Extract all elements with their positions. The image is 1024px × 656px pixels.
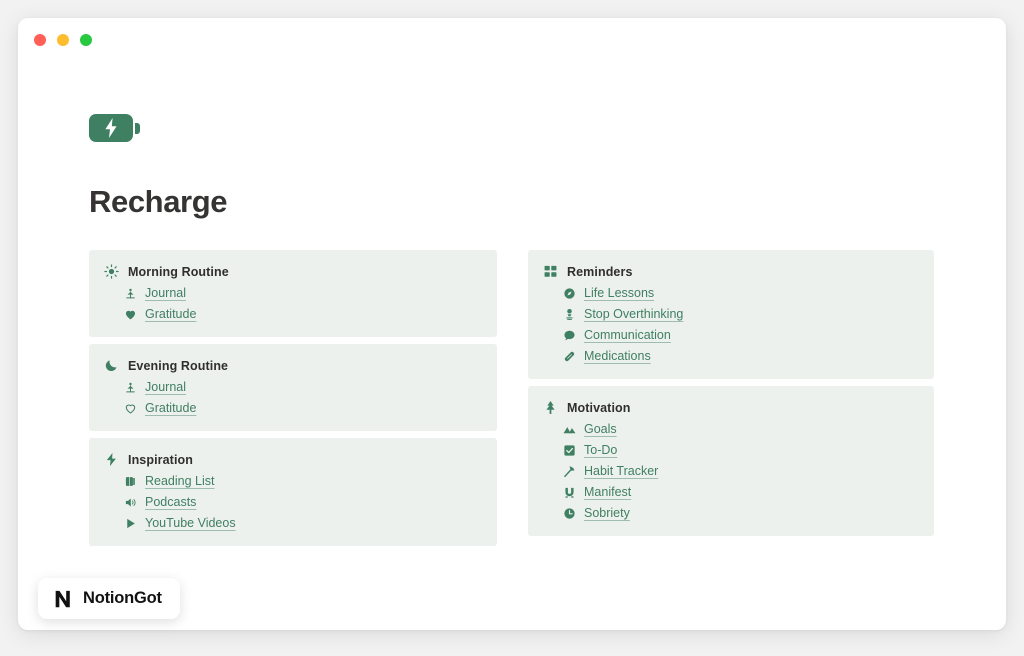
card-title: Inspiration (128, 452, 193, 467)
battery-body (89, 114, 133, 142)
link-manifest[interactable]: Manifest (562, 485, 934, 499)
minimize-button[interactable] (57, 34, 69, 46)
link-label: Gratitude (145, 401, 197, 415)
lightning-bolt-icon (104, 452, 119, 467)
right-column: Reminders Life Lessons Stop Overthinking… (528, 250, 934, 546)
seedling-icon (123, 380, 137, 394)
link-gratitude[interactable]: Gratitude (123, 401, 497, 415)
card-evening-routine: Evening Routine Journal Gratitude (89, 344, 497, 431)
link-reading-list[interactable]: Reading List (123, 474, 497, 488)
battery-cap (135, 122, 140, 134)
heart-filled-icon (123, 307, 137, 321)
link-habit-tracker[interactable]: Habit Tracker (562, 464, 934, 478)
notion-n-icon (51, 587, 74, 610)
play-icon (123, 516, 137, 530)
book-icon (123, 474, 137, 488)
card-motivation: Motivation Goals To-Do Habit Tracker Man… (528, 386, 934, 536)
link-communication[interactable]: Communication (562, 328, 934, 342)
axe-icon (562, 464, 576, 478)
link-life-lessons[interactable]: Life Lessons (562, 286, 934, 300)
grid-icon (543, 264, 558, 279)
card-header: Inspiration (104, 452, 497, 467)
card-morning-routine: Morning Routine Journal Gratitude (89, 250, 497, 337)
link-label: Podcasts (145, 495, 197, 509)
link-journal[interactable]: Journal (123, 286, 497, 300)
maximize-button[interactable] (80, 34, 92, 46)
mind-icon (562, 307, 576, 321)
compass-icon (562, 286, 576, 300)
checkbox-checked-icon (562, 443, 576, 457)
link-label: Journal (145, 286, 186, 300)
card-header: Morning Routine (104, 264, 497, 279)
link-label: Manifest (584, 485, 632, 499)
clock-icon (562, 506, 576, 520)
speaker-icon (123, 495, 137, 509)
link-gratitude[interactable]: Gratitude (123, 307, 497, 321)
close-button[interactable] (34, 34, 46, 46)
chat-bubble-icon (562, 328, 576, 342)
link-label: Sobriety (584, 506, 630, 520)
link-label: Communication (584, 328, 671, 342)
moon-icon (104, 358, 119, 373)
left-column: Morning Routine Journal Gratitude Evenin… (89, 250, 497, 546)
card-inspiration: Inspiration Reading List Podcasts YouTub… (89, 438, 497, 546)
page-content: Recharge Morning Routine Journal Gratitu… (18, 64, 1006, 546)
link-label: YouTube Videos (145, 516, 236, 530)
window-titlebar (18, 18, 1006, 64)
card-links: Journal Gratitude (104, 380, 497, 415)
link-label: Stop Overthinking (584, 307, 684, 321)
page-title: Recharge (89, 184, 228, 219)
card-links: Life Lessons Stop Overthinking Communica… (543, 286, 934, 363)
sun-icon (104, 264, 119, 279)
link-medications[interactable]: Medications (562, 349, 934, 363)
link-youtube-videos[interactable]: YouTube Videos (123, 516, 497, 530)
card-header: Evening Routine (104, 358, 497, 373)
battery-charging-icon (89, 114, 1006, 142)
card-title: Reminders (567, 264, 633, 279)
card-title: Morning Routine (128, 264, 229, 279)
link-label: Habit Tracker (584, 464, 659, 478)
pill-icon (562, 349, 576, 363)
link-journal[interactable]: Journal (123, 380, 497, 394)
traffic-lights (34, 34, 92, 46)
link-goals[interactable]: Goals (562, 422, 934, 436)
magnet-icon (562, 485, 576, 499)
link-podcasts[interactable]: Podcasts (123, 495, 497, 509)
card-links: Goals To-Do Habit Tracker Manifest Sobri… (543, 422, 934, 520)
card-links: Reading List Podcasts YouTube Videos (104, 474, 497, 530)
heart-outline-icon (123, 401, 137, 415)
link-stop-overthinking[interactable]: Stop Overthinking (562, 307, 934, 321)
link-sobriety[interactable]: Sobriety (562, 506, 934, 520)
card-header: Reminders (543, 264, 934, 279)
link-label: Medications (584, 349, 651, 363)
link-label: Reading List (145, 474, 215, 488)
screenshot-stage: Recharge Morning Routine Journal Gratitu… (0, 0, 1024, 656)
link-label: Goals (584, 422, 617, 436)
card-title: Motivation (567, 400, 631, 415)
card-header: Motivation (543, 400, 934, 415)
logo-text: NotionGot (83, 589, 162, 607)
mountains-icon (562, 422, 576, 436)
cards-columns: Morning Routine Journal Gratitude Evenin… (89, 250, 1006, 546)
link-label: Life Lessons (584, 286, 655, 300)
card-reminders: Reminders Life Lessons Stop Overthinking… (528, 250, 934, 379)
seedling-icon (123, 286, 137, 300)
link-to-do[interactable]: To-Do (562, 443, 934, 457)
card-links: Journal Gratitude (104, 286, 497, 321)
link-label: To-Do (584, 443, 618, 457)
card-title: Evening Routine (128, 358, 229, 373)
link-label: Gratitude (145, 307, 197, 321)
link-label: Journal (145, 380, 186, 394)
tree-icon (543, 400, 558, 415)
notiongot-logo-badge[interactable]: NotionGot (38, 578, 180, 619)
app-window: Recharge Morning Routine Journal Gratitu… (18, 18, 1006, 630)
